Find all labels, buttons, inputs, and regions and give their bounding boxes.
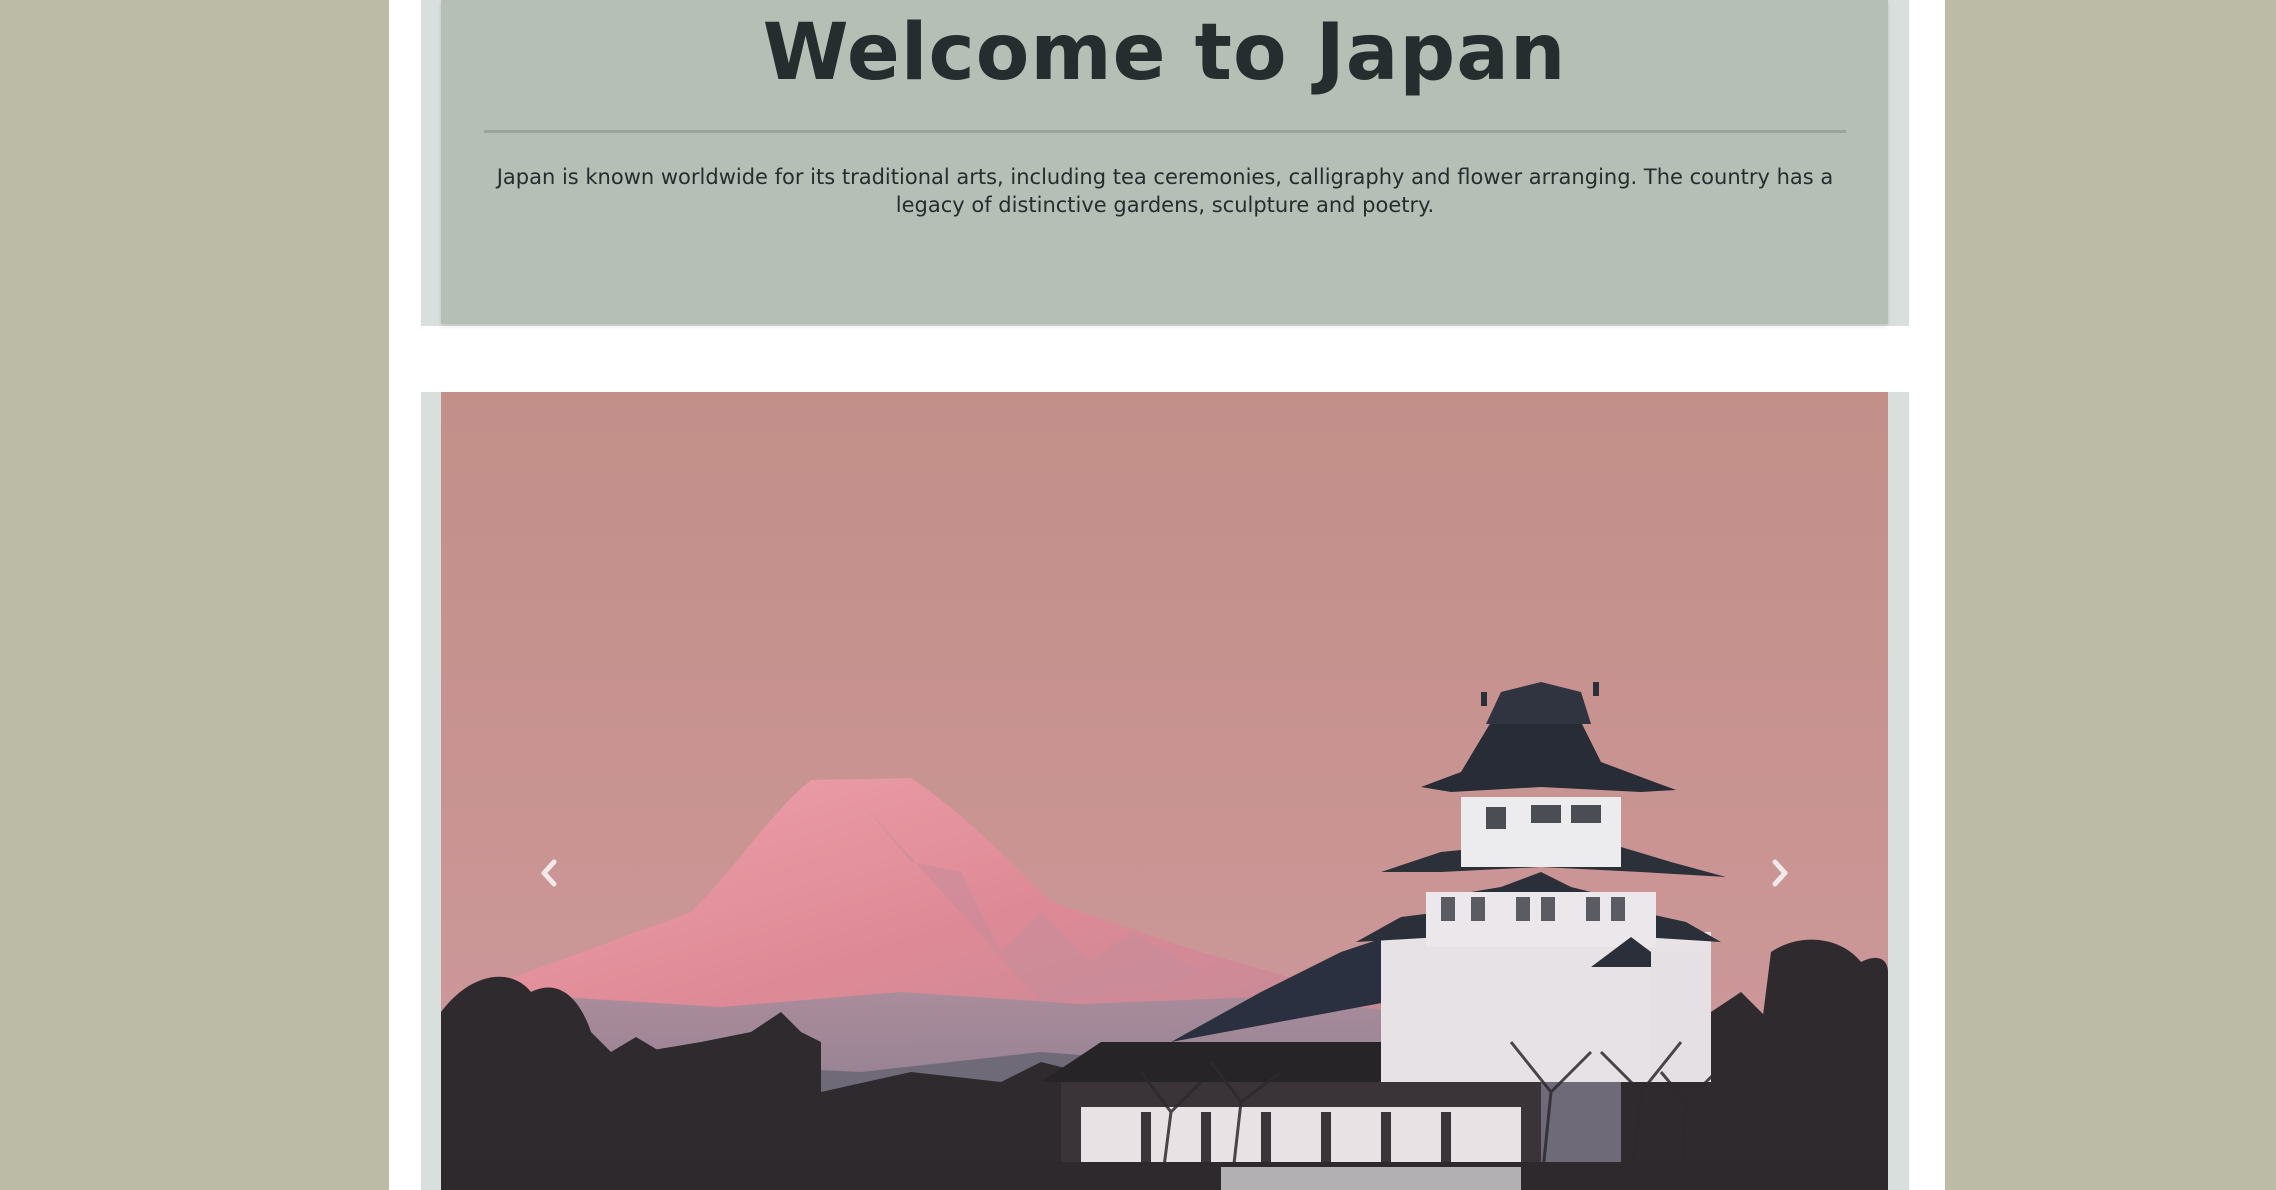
welcome-description: Japan is known worldwide for its traditi… — [496, 165, 1834, 217]
chevron-left-icon — [541, 859, 557, 887]
image-carousel — [421, 392, 1909, 1190]
carousel-next-button[interactable] — [1756, 845, 1804, 901]
page-title: Welcome to Japan — [762, 8, 1567, 98]
chevron-right-icon — [1772, 859, 1788, 887]
carousel-prev-button[interactable] — [525, 845, 573, 901]
welcome-panel: Welcome to Japan Japan is known worldwid… — [441, 0, 1888, 324]
carousel-slide — [441, 392, 1888, 1190]
title-divider — [484, 130, 1846, 133]
fuji-castle-image — [441, 392, 1888, 1190]
page-container: Welcome to Japan Japan is known worldwid… — [389, 0, 1945, 1190]
welcome-section: Welcome to Japan Japan is known worldwid… — [421, 0, 1909, 326]
